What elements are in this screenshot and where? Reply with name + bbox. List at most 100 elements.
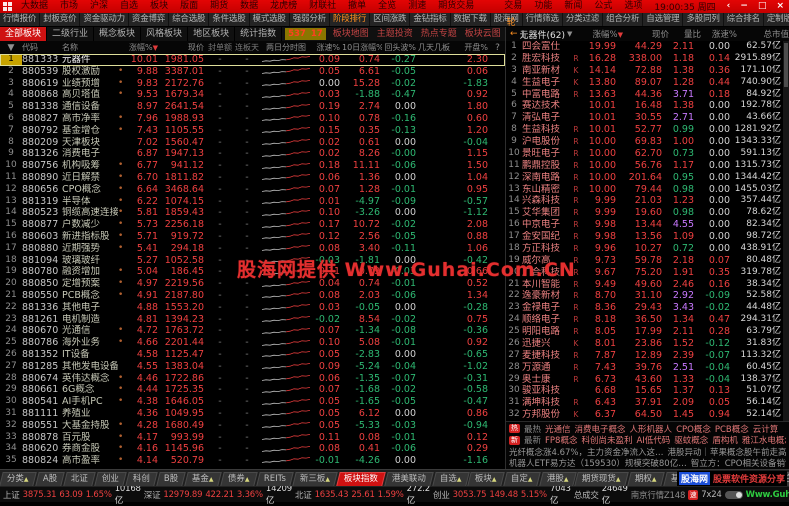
menu-item-公式[interactable]: 公式 bbox=[588, 0, 618, 13]
stock-row[interactable]: 22逸豪新材R8.7031.102.92-0.0952.58亿 bbox=[506, 290, 784, 302]
stock-row[interactable]: 19威尔高R9.7359.782.180.0780.48亿 bbox=[506, 255, 784, 267]
sector-tab-统计指数[interactable]: 统计指数 bbox=[235, 27, 282, 41]
toolbar-item-区间涨跌[interactable]: 区间涨跌 bbox=[370, 13, 410, 26]
sector-row[interactable]: 18881094玻璃玻纤5.271052.58---0.03-1.810.00-… bbox=[0, 255, 505, 267]
sector-row[interactable]: 1881333元器件10.011981.05--0.090.74-0.272.3… bbox=[0, 54, 505, 66]
market-tab-分类[interactable]: 分类▲ bbox=[0, 472, 36, 486]
market-tab-自选[interactable]: 自选▲ bbox=[432, 472, 469, 486]
stock-row[interactable]: 15艾华集团R9.9919.600.980.0078.62亿 bbox=[506, 207, 784, 219]
market-tab-债券[interactable]: 债券▲ bbox=[220, 472, 257, 486]
column-header-总市值[interactable]: 总市值 bbox=[737, 28, 789, 40]
market-tab-期权[interactable]: 期权▲ bbox=[627, 472, 664, 486]
restore-button[interactable]: □ bbox=[753, 0, 772, 13]
sector-tab-全部板块[interactable]: 全部板块 bbox=[0, 27, 47, 41]
stock-row[interactable]: 2胜宏科技R16.28338.001.180.142915.89亿 bbox=[506, 53, 784, 65]
toolbar-item-金钻指标[interactable]: 金钻指标 bbox=[410, 13, 450, 26]
column-header-连板天[interactable]: 连板天 bbox=[234, 42, 260, 53]
stock-row[interactable]: 13东山精密R10.0079.440.980.001455.03亿 bbox=[506, 184, 784, 196]
market-tab-科创[interactable]: 科创 bbox=[125, 472, 158, 486]
stock-row[interactable]: 20广合科技R9.6775.201.910.35319.78亿 bbox=[506, 267, 784, 279]
column-header-现价[interactable]: 现价 bbox=[160, 42, 206, 53]
constituent-panel-title[interactable]: 元器件(62) bbox=[520, 28, 565, 41]
toolbar-item-封板竞价[interactable]: 封板竞价 bbox=[40, 13, 80, 26]
sector-row[interactable]: 9881326消费电子6.871947.13--0.028.26-0.001.1… bbox=[0, 148, 505, 160]
sector-tab-二级行业[interactable]: 二级行业 bbox=[47, 27, 94, 41]
market-tab-期货现货[interactable]: 期货现货▲ bbox=[575, 472, 629, 486]
sector-row[interactable]: 10880756机构吸筹•6.77941.12--0.1811.11-0.061… bbox=[0, 160, 505, 172]
column-header-代码[interactable]: 代码 bbox=[22, 42, 62, 53]
sector-row[interactable]: 12880656CPO概念•6.643468.64--0.071.28-0.01… bbox=[0, 184, 505, 196]
stock-row[interactable]: 7清弘电子10.0130.552.710.0043.66亿 bbox=[506, 112, 784, 124]
toolbar-item-热点专题[interactable]: 热点专题 bbox=[417, 27, 461, 41]
sector-row[interactable]: 15880877户数减少•5.732256.18--0.1710.72-0.02… bbox=[0, 219, 505, 231]
stock-row[interactable]: 26迅捷兴K8.0123.861.52-0.1231.83亿 bbox=[506, 338, 784, 350]
stock-row[interactable]: 18方正科技R9.9610.270.720.00438.91亿 bbox=[506, 243, 784, 255]
sector-row[interactable]: 22881336其他电子4.881553.20--0.03-0.050.00-0… bbox=[0, 302, 505, 314]
stock-row[interactable]: 32方邦股份K6.3764.501.450.9452.14亿 bbox=[506, 409, 784, 421]
toolbar-item-分类过滤[interactable]: 分类过滤 bbox=[563, 13, 603, 26]
news-link[interactable]: 人形机器人 bbox=[630, 423, 673, 435]
chevron-left-icon[interactable]: ‹ bbox=[722, 0, 736, 13]
news-link[interactable]: 科创尚未盈利 bbox=[581, 435, 632, 447]
stock-row[interactable]: 29奥士康R6.7343.601.33-0.04138.37亿 bbox=[506, 374, 784, 386]
column-header-涨幅%[interactable]: 涨幅%▼ bbox=[587, 28, 623, 40]
menu-item-市场[interactable]: 市场 bbox=[54, 0, 84, 13]
news-link[interactable]: 光通信 bbox=[545, 423, 571, 435]
stock-row[interactable]: 21本川智能R9.4949.602.460.1638.34亿 bbox=[506, 279, 784, 291]
menu-item-财联社[interactable]: 财联社 bbox=[303, 0, 342, 13]
menu-item-版面[interactable]: 版面 bbox=[174, 0, 204, 13]
toolbar-item-强弱分析[interactable]: 强弱分析 bbox=[290, 13, 330, 26]
sector-row[interactable]: 2880539股权激励•9.883387.01--0.056.61-0.050.… bbox=[0, 66, 505, 78]
sector-row[interactable]: 31881111养殖业4.361049.95--0.056.120.000.86 bbox=[0, 408, 505, 420]
column-header-封单额[interactable]: 封单额 bbox=[206, 42, 234, 53]
menu-item-功能[interactable]: 功能 bbox=[528, 0, 558, 13]
sector-row[interactable]: 13881319半导体•6.221074.15--0.01-4.97-0.09-… bbox=[0, 196, 505, 208]
toolbar-item-数据下载[interactable]: 数据下载 bbox=[451, 13, 491, 26]
menu-item-沪深[interactable]: 沪深 bbox=[84, 0, 114, 13]
sector-row[interactable]: 3880619业绩预增•9.832172.76--0.0015.28-0.02-… bbox=[0, 78, 505, 90]
market-tab-REITs[interactable]: REITs bbox=[256, 472, 293, 486]
stock-row[interactable]: 10景旺电子R10.0062.700.730.00591.13亿 bbox=[506, 148, 784, 160]
market-tab-板块[interactable]: 板块▲ bbox=[468, 472, 505, 486]
column-header-10日涨幅%[interactable]: 10日涨幅% bbox=[342, 42, 382, 53]
toolbar-item-行情报价[interactable]: 行情报价 bbox=[0, 13, 40, 26]
menu-item-龙虎榜[interactable]: 龙虎榜 bbox=[264, 0, 303, 13]
column-header-涨幅%[interactable]: 涨幅%▼ bbox=[126, 42, 160, 53]
sector-row[interactable]: 26881352IT设备4.581125.47--0.05-2.830.00-0… bbox=[0, 349, 505, 361]
sector-row[interactable]: 28880674英伟达概念•4.461722.86--0.06-1.35-0.0… bbox=[0, 373, 505, 385]
news-link[interactable]: CPO概念 bbox=[676, 423, 711, 435]
stock-row[interactable]: 17金安国纪R9.9813.561.090.0098.72亿 bbox=[506, 231, 784, 243]
column-header-几天几板[interactable]: 几天几板 bbox=[418, 42, 452, 53]
menu-item-自选[interactable]: 自选 bbox=[114, 0, 144, 13]
column-header-两日分时图[interactable]: 两日分时图 bbox=[260, 42, 312, 53]
column-header-涨速%[interactable]: 涨速% bbox=[312, 42, 342, 53]
close-button[interactable]: × bbox=[771, 0, 789, 13]
column-header-▼[interactable]: ▼ bbox=[0, 43, 22, 53]
sector-row[interactable]: 6880827高市净率•7.961988.93--0.100.78-0.160.… bbox=[0, 113, 505, 125]
toolbar-item-综合选股[interactable]: 综合选股 bbox=[169, 13, 209, 26]
toolbar-item-综合排名[interactable]: 综合排名 bbox=[724, 13, 764, 26]
column-header-量比[interactable]: 量比 bbox=[669, 28, 701, 40]
market-tab-B股[interactable]: B股 bbox=[156, 472, 186, 486]
market-tab-基金[interactable]: 基金▲ bbox=[185, 472, 222, 486]
stock-row[interactable]: 8生益科技R10.0152.770.990.001281.92亿 bbox=[506, 124, 784, 136]
stock-row[interactable]: 3南亚新材K14.1472.881.380.36171.10亿 bbox=[506, 65, 784, 77]
help-icon[interactable]: ? bbox=[490, 43, 505, 53]
stock-row[interactable]: 6赛达技术10.0116.481.380.00192.78亿 bbox=[506, 100, 784, 112]
menu-item-期货[interactable]: 期货 bbox=[204, 0, 234, 13]
column-header-涨速%[interactable]: 涨速% bbox=[701, 28, 737, 40]
menu-item-选项[interactable]: 选项 bbox=[618, 0, 648, 13]
market-tab-新三板[interactable]: 新三板▲ bbox=[292, 472, 338, 486]
stock-row[interactable]: 24顺络电子R8.1836.501.340.47294.31亿 bbox=[506, 314, 784, 326]
toolbar-item-多股同列[interactable]: 多股同列 bbox=[683, 13, 723, 26]
stock-row[interactable]: 12深南电路R10.00201.640.950.001344.42亿 bbox=[506, 172, 784, 184]
stock-row[interactable]: 30骏亚科技6.6815.651.370.1351.07亿 bbox=[506, 385, 784, 397]
market-tab-北证[interactable]: 北证 bbox=[63, 472, 96, 486]
news-headline[interactable]: 光纤概念涨4.67%，主力资金净流入这… bbox=[509, 446, 664, 458]
back-arrow-icon[interactable]: ← bbox=[506, 29, 520, 39]
sector-row[interactable]: 25880786海外业务•4.662201.44--0.105.08-0.010… bbox=[0, 337, 505, 349]
news-headline[interactable]: 港股异动｜苹果概念股午前走高 四季度… bbox=[668, 446, 786, 458]
market-tab-港股[interactable]: 港股▲ bbox=[539, 472, 576, 486]
minimize-button[interactable]: − bbox=[735, 0, 753, 13]
sector-row[interactable]: 23881261电机制造4.811394.23---0.028.54-0.020… bbox=[0, 314, 505, 326]
